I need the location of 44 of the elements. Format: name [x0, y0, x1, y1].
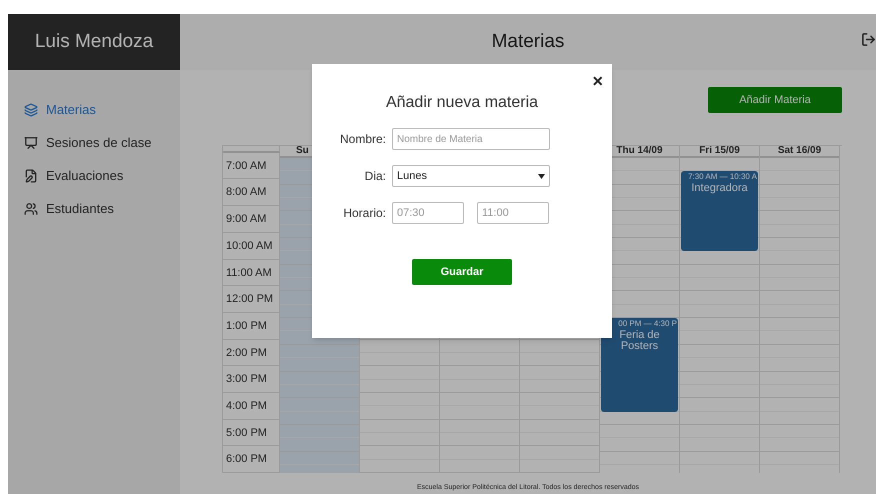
calendar-event[interactable]: 7:30 AM — 10:30 A Integradora — [681, 171, 758, 252]
time-label: 11:00 AM — [226, 266, 272, 278]
day-header: Thu 14/09 — [616, 146, 663, 156]
time-label: 12:00 PM — [226, 293, 274, 306]
sidebar-item[interactable]: Sesiones de clase — [24, 132, 180, 153]
time-label: 7:00 AM — [226, 160, 266, 172]
layers-icon — [24, 102, 38, 116]
event-time: 7:30 AM — 10:30 A — [688, 171, 758, 183]
day-select[interactable]: Lunes — [392, 165, 550, 187]
user-name: Luis Mendoza — [34, 30, 154, 54]
time-label: 4:00 PM — [226, 400, 267, 412]
time-label: 8:00 AM — [226, 186, 266, 198]
close-button[interactable]: × — [592, 72, 603, 90]
name-field[interactable]: Nombre de Materia — [392, 128, 550, 150]
calendar-event[interactable]: 00 PM — 4:30 P Feria de Posters — [601, 318, 678, 412]
dropdown-caret-icon — [538, 174, 545, 178]
time-label: 5:00 PM — [226, 426, 267, 439]
time-label: 10:00 AM — [226, 240, 272, 252]
time-label: 9:00 AM — [226, 213, 266, 226]
sidebar-item[interactable]: Estudiantes — [24, 198, 180, 219]
time-field[interactable]: 11:00 — [477, 202, 549, 224]
day-header: Fri 15/09 — [699, 146, 740, 156]
time-field[interactable]: 07:30 — [392, 202, 464, 224]
easel-icon — [24, 136, 38, 150]
event-title: Feria de Posters — [618, 330, 661, 352]
time-label: 1:00 PM — [226, 320, 267, 332]
time-label: 2:00 PM — [226, 346, 267, 359]
day-header: Su — [296, 146, 309, 156]
day-header: Sat 16/09 — [778, 146, 822, 156]
edit-icon — [24, 168, 38, 182]
page-title: Materias — [492, 30, 564, 54]
time-label: 3:00 PM — [226, 373, 267, 386]
users-icon — [24, 202, 38, 216]
field-label: Nombre: — [340, 132, 386, 146]
field-label: Horario: — [343, 206, 386, 220]
save-button[interactable]: Guardar — [412, 259, 512, 285]
add-subject-button[interactable]: Añadir Materia — [708, 87, 842, 113]
modal-title: Añadir nueva materia — [386, 93, 538, 113]
logout-icon[interactable] — [861, 32, 876, 47]
field-label: Dia: — [364, 169, 386, 183]
sidebar-item[interactable]: Evaluaciones — [24, 165, 180, 186]
event-title: Integradora — [690, 183, 749, 194]
time-label: 6:00 PM — [226, 453, 267, 466]
event-time: 00 PM — 4:30 P — [618, 318, 678, 330]
